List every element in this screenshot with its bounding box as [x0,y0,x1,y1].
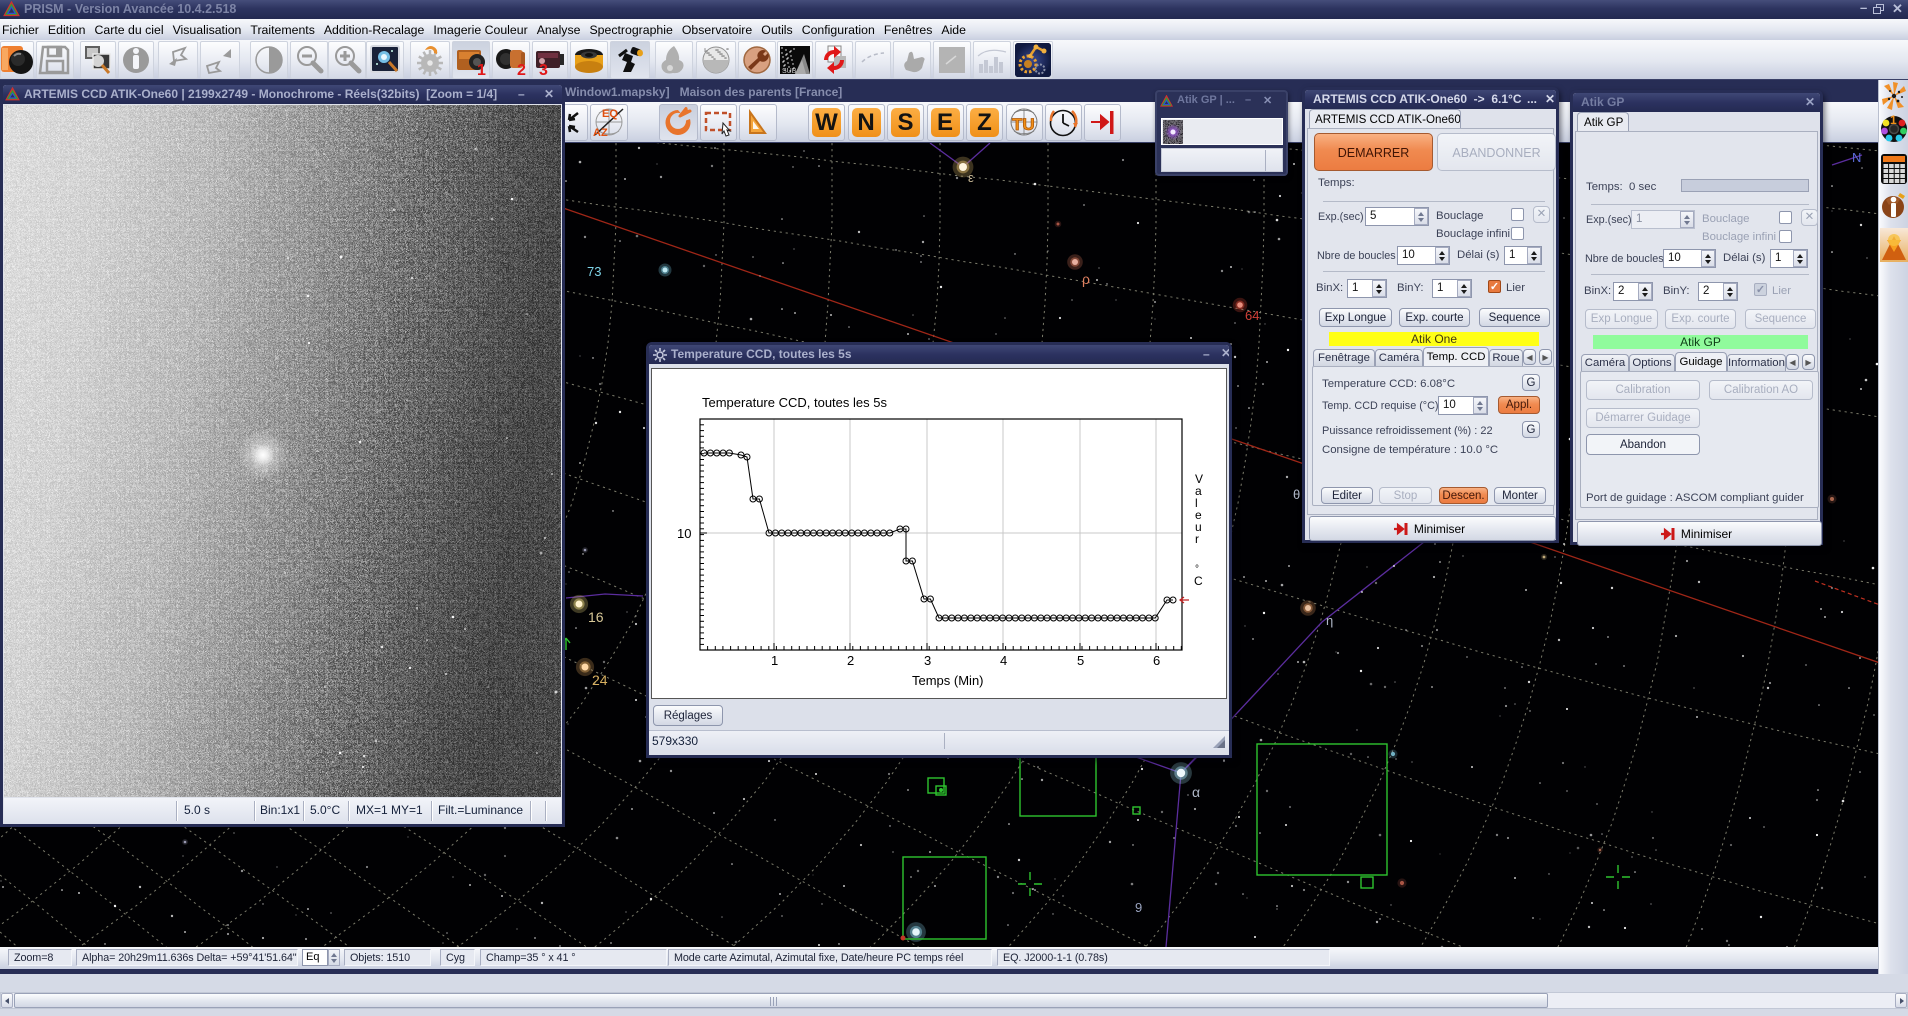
svg-text:3: 3 [924,653,931,668]
svg-text:24: 24 [592,672,608,688]
svg-text:r: r [1195,532,1199,546]
svg-text:4: 4 [1000,653,1007,668]
svg-text:TU: TU [1012,115,1035,134]
svg-text:C: C [1194,574,1203,588]
svg-text:1: 1 [477,62,486,78]
svg-text:N: N [1852,150,1861,165]
svg-text:1: 1 [1890,113,1897,127]
svg-text:5: 5 [1077,653,1084,668]
svg-text:2: 2 [847,653,854,668]
svg-text:EQ: EQ [602,108,618,120]
svg-text:1: 1 [771,653,778,668]
svg-text:6: 6 [1153,653,1160,668]
svg-text:64: 64 [1245,308,1259,323]
svg-text:ε: ε [968,170,974,185]
svg-text:ρ: ρ [1082,271,1090,287]
svg-text:θ: θ [1293,487,1300,502]
svg-text:10: 10 [677,526,691,541]
svg-text:AZ: AZ [593,127,608,139]
svg-text:η: η [1326,613,1333,628]
svg-text:Temps (Min): Temps (Min) [912,673,984,688]
svg-text:73: 73 [587,264,601,279]
svg-text:3: 3 [539,62,548,78]
svg-text:Temperature CCD, toutes les 5s: Temperature CCD, toutes les 5s [702,395,887,410]
svg-text:16: 16 [588,609,604,625]
svg-text:SUB: SUB [782,68,797,75]
svg-text:2: 2 [517,62,526,78]
svg-text:9: 9 [1135,900,1142,915]
svg-text:α: α [1192,784,1200,800]
